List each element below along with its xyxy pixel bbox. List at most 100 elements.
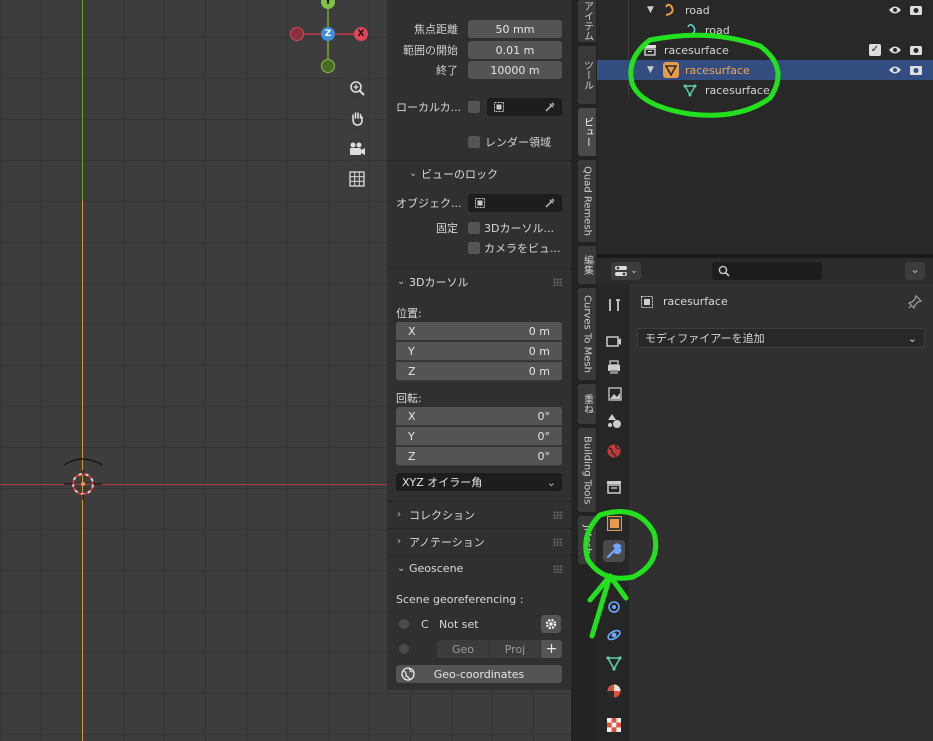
local-camera-field[interactable] bbox=[487, 98, 562, 116]
tab-texture[interactable] bbox=[603, 714, 625, 736]
eyedropper-icon[interactable] bbox=[544, 101, 556, 113]
proj-button[interactable]: Proj bbox=[490, 640, 540, 658]
cursor-x-field[interactable]: X 0 m bbox=[396, 322, 562, 341]
eye-icon[interactable] bbox=[888, 4, 902, 16]
gizmo-x-negative[interactable] bbox=[290, 27, 304, 41]
add-modifier-label: モディファイアーを追加 bbox=[645, 332, 765, 345]
row-toggles bbox=[888, 64, 923, 76]
eye-icon[interactable] bbox=[888, 64, 902, 76]
gizmo-y-negative[interactable] bbox=[321, 59, 335, 73]
collection-header[interactable]: › コレクション bbox=[387, 501, 571, 527]
lock-camera-checkbox[interactable] bbox=[468, 242, 480, 254]
crs-settings-button[interactable] bbox=[541, 615, 561, 633]
ortho-toggle-button[interactable] bbox=[344, 166, 370, 192]
tab-scene[interactable] bbox=[603, 410, 625, 432]
tab-jmesh[interactable]: JMesh bbox=[578, 516, 596, 564]
camera-view-button[interactable] bbox=[344, 136, 370, 162]
tab-collection[interactable] bbox=[603, 476, 625, 498]
tab-edit[interactable]: 編集 bbox=[578, 246, 596, 284]
tab-render[interactable] bbox=[603, 330, 625, 352]
outliner-row-racesurface-object[interactable]: ▼ racesurface bbox=[597, 60, 933, 80]
add-modifier-dropdown[interactable]: モディファイアーを追加 ⌄ bbox=[637, 328, 925, 348]
tab-material[interactable] bbox=[603, 680, 625, 702]
rotation-x-field[interactable]: X 0° bbox=[396, 407, 562, 426]
tab-modifiers[interactable] bbox=[603, 540, 625, 562]
radio-dot-icon[interactable] bbox=[399, 619, 409, 629]
properties-editor-icon bbox=[615, 266, 628, 276]
tab-physics[interactable] bbox=[603, 624, 625, 646]
drag-grip-icon[interactable] bbox=[553, 565, 563, 573]
rotation-z-field[interactable]: Z 0° bbox=[396, 447, 562, 466]
tab-view[interactable]: ビュー bbox=[578, 108, 596, 156]
particles-icon bbox=[608, 601, 620, 613]
eye-icon[interactable] bbox=[888, 44, 902, 56]
focal-length-row: 焦点距離 50 mm bbox=[387, 19, 571, 39]
chevron-down-icon[interactable]: ▼ bbox=[647, 65, 654, 75]
render-region-checkbox[interactable] bbox=[468, 136, 480, 148]
lock-cursor-checkbox[interactable] bbox=[468, 222, 480, 234]
tab-object[interactable] bbox=[603, 512, 625, 534]
editor-type-button[interactable]: ⌄ bbox=[611, 262, 641, 280]
checkbox-checked-icon[interactable]: ✓ bbox=[869, 44, 881, 56]
drag-grip-icon[interactable] bbox=[553, 278, 563, 286]
tab-tool[interactable]: ツール bbox=[578, 46, 596, 104]
tab-overlap[interactable]: 重ね bbox=[578, 384, 596, 424]
outliner-row-racesurface-mesh[interactable]: racesurface bbox=[597, 80, 933, 100]
zoom-button[interactable] bbox=[344, 75, 370, 101]
view-lock-header[interactable]: ⌄ ビューのロック bbox=[387, 160, 571, 186]
tab-output[interactable] bbox=[603, 356, 625, 378]
gizmo-x-positive[interactable]: X bbox=[354, 27, 368, 41]
rotation-y-field[interactable]: Y 0° bbox=[396, 427, 562, 446]
tab-building-tools-label: Building Tools bbox=[581, 435, 593, 505]
cursor-y-field[interactable]: Y 0 m bbox=[396, 342, 562, 361]
radio-dot-icon[interactable] bbox=[399, 644, 409, 654]
eyedropper-icon[interactable] bbox=[544, 197, 556, 209]
tab-quad-remesh[interactable]: Quad Remesh bbox=[578, 160, 596, 242]
gizmo-z-positive[interactable]: Z bbox=[321, 27, 335, 41]
outliner-row-road-data[interactable]: road bbox=[597, 20, 933, 40]
local-camera-checkbox[interactable] bbox=[468, 101, 480, 113]
add-crs-button[interactable]: + bbox=[541, 640, 562, 658]
tab-mesh-data[interactable] bbox=[603, 652, 625, 674]
lock-camera-row: カメラをビュ... bbox=[387, 238, 571, 258]
tab-item[interactable]: アイテム bbox=[578, 0, 596, 42]
drag-grip-icon[interactable] bbox=[553, 538, 563, 546]
annotation-header[interactable]: › アノテーション bbox=[387, 528, 571, 554]
rotation-mode-dropdown[interactable]: XYZ オイラー角 ⌄ bbox=[396, 473, 562, 491]
object-box-icon bbox=[641, 296, 653, 308]
geoscene-header[interactable]: ⌄ Geoscene bbox=[387, 555, 571, 581]
drag-grip-icon[interactable] bbox=[553, 511, 563, 519]
chevron-down-icon[interactable]: ▼ bbox=[647, 5, 654, 15]
tab-tool-settings[interactable] bbox=[603, 294, 625, 316]
camera-render-icon[interactable] bbox=[909, 64, 923, 76]
lock-object-field[interactable] bbox=[468, 194, 562, 212]
tab-building-tools[interactable]: Building Tools bbox=[578, 428, 596, 512]
outliner-row-road-curve[interactable]: ▼ road bbox=[597, 0, 933, 20]
geo-button[interactable]: Geo bbox=[437, 640, 489, 658]
geo-coordinates-button[interactable]: Geo-coordinates bbox=[396, 665, 562, 683]
camera-render-icon[interactable] bbox=[909, 4, 923, 16]
rotation-x-value: 0° bbox=[537, 409, 551, 423]
cursor-z-field[interactable]: Z 0 m bbox=[396, 362, 562, 381]
tab-world[interactable] bbox=[603, 440, 625, 462]
camera-render-icon[interactable] bbox=[909, 44, 923, 56]
tab-curves-to-mesh[interactable]: Curves To Mesh bbox=[578, 288, 596, 380]
pan-button[interactable] bbox=[344, 105, 370, 131]
clip-start-field[interactable]: 0.01 m bbox=[468, 41, 562, 59]
row-toggles bbox=[888, 4, 923, 16]
tab-particles[interactable] bbox=[603, 596, 625, 618]
pin-icon[interactable] bbox=[908, 295, 922, 309]
navigation-gizmo[interactable]: Y Z X bbox=[288, 0, 368, 76]
properties-search-input[interactable] bbox=[712, 262, 822, 280]
tab-view-layer[interactable] bbox=[603, 384, 625, 406]
outliner-row-racesurface-collection[interactable]: racesurface ✓ bbox=[597, 40, 933, 60]
chevron-down-icon: ⌄ bbox=[630, 266, 638, 276]
clip-end-field[interactable]: 10000 m bbox=[468, 61, 562, 79]
mesh-data-icon bbox=[683, 84, 697, 97]
clip-start-row: 範囲の開始 0.01 m bbox=[387, 40, 571, 60]
focal-length-field[interactable]: 50 mm bbox=[468, 20, 562, 38]
3d-cursor-header[interactable]: ⌄ 3Dカーソル bbox=[387, 268, 571, 294]
gizmo-y-positive[interactable]: Y bbox=[321, 0, 335, 9]
tab-view-label: ビュー bbox=[581, 117, 593, 147]
options-dropdown-button[interactable]: ⌄ bbox=[905, 262, 925, 280]
